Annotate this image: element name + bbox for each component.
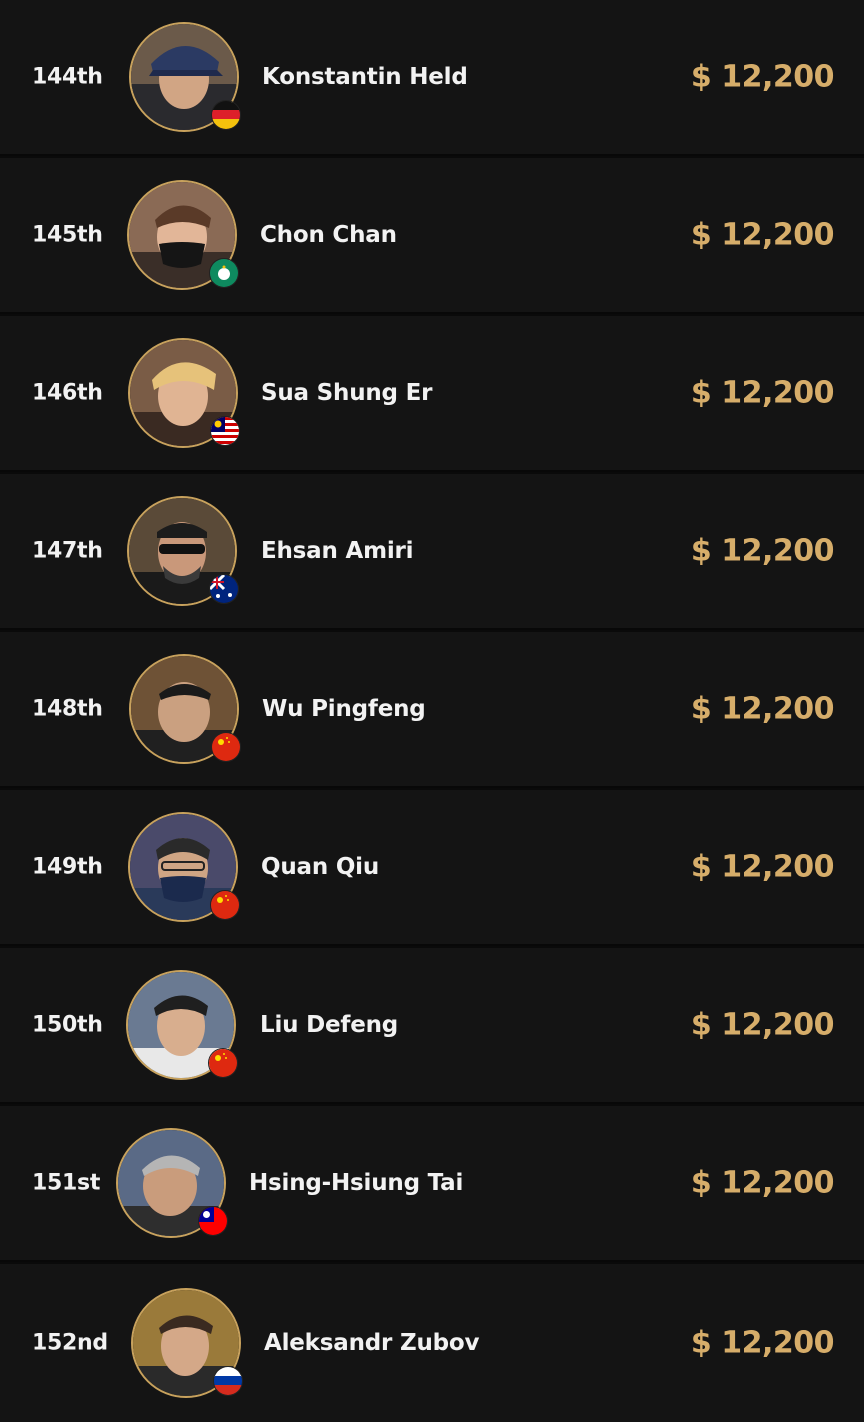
- rank-label: 148th: [32, 696, 103, 722]
- russia-flag-icon: [213, 1366, 243, 1396]
- prize-amount: $ 12,200: [690, 1007, 835, 1043]
- player-name[interactable]: Ehsan Amiri: [261, 538, 414, 564]
- player-avatar: [127, 180, 239, 290]
- taiwan-flag-icon: [198, 1206, 228, 1236]
- prize-amount: $ 12,200: [690, 1325, 835, 1361]
- result-row[interactable]: 151st Hsing-Hsiung Tai $ 12,200: [0, 1106, 864, 1262]
- prize-amount: $ 12,200: [690, 375, 835, 411]
- prize-amount: $ 12,200: [690, 533, 835, 569]
- result-row[interactable]: 147th Ehsan Amiri $ 12,200: [0, 474, 864, 630]
- player-avatar: [127, 496, 239, 606]
- australia-flag-icon: [209, 574, 239, 604]
- result-row[interactable]: 148th Wu Pingfeng $ 12,200: [0, 632, 864, 788]
- result-row[interactable]: 145th Chon Chan $ 12,200: [0, 158, 864, 314]
- rank-label: 144th: [32, 64, 103, 90]
- rank-label: 145th: [32, 222, 103, 248]
- prize-amount: $ 12,200: [690, 1165, 835, 1201]
- china-flag-icon: [208, 1048, 238, 1078]
- player-name[interactable]: Chon Chan: [260, 222, 397, 248]
- player-name[interactable]: Liu Defeng: [260, 1012, 398, 1038]
- malaysia-flag-icon: [210, 416, 240, 446]
- player-avatar: [116, 1128, 228, 1238]
- prize-amount: $ 12,200: [690, 217, 835, 253]
- china-flag-icon: [211, 732, 241, 762]
- macau-flag-icon: [209, 258, 239, 288]
- payout-results-list: 144th Konstantin Held $ 12,200 145th Cho…: [0, 0, 864, 1422]
- china-flag-icon: [210, 890, 240, 920]
- player-avatar: [128, 338, 240, 448]
- player-avatar: [126, 970, 238, 1080]
- rank-label: 150th: [32, 1012, 103, 1038]
- player-name[interactable]: Hsing-Hsiung Tai: [249, 1170, 463, 1196]
- rank-label: 149th: [32, 854, 103, 880]
- result-row[interactable]: 150th Liu Defeng $ 12,200: [0, 948, 864, 1104]
- result-row[interactable]: 152nd Aleksandr Zubov $ 12,200: [0, 1264, 864, 1422]
- rank-label: 147th: [32, 538, 103, 564]
- germany-flag-icon: [211, 100, 241, 130]
- player-avatar: [129, 22, 241, 132]
- rank-label: 152nd: [32, 1330, 108, 1356]
- player-name[interactable]: Aleksandr Zubov: [264, 1330, 479, 1356]
- result-row[interactable]: 144th Konstantin Held $ 12,200: [0, 0, 864, 156]
- player-name[interactable]: Quan Qiu: [261, 854, 379, 880]
- player-avatar: [129, 654, 241, 764]
- result-row[interactable]: 146th Sua Shung Er $ 12,200: [0, 316, 864, 472]
- player-avatar: [128, 812, 240, 922]
- player-name[interactable]: Wu Pingfeng: [262, 696, 426, 722]
- rank-label: 146th: [32, 380, 103, 406]
- prize-amount: $ 12,200: [690, 849, 835, 885]
- prize-amount: $ 12,200: [690, 691, 835, 727]
- player-name[interactable]: Sua Shung Er: [261, 380, 432, 406]
- result-row[interactable]: 149th Quan Qiu $ 12,200: [0, 790, 864, 946]
- player-avatar: [131, 1288, 243, 1398]
- prize-amount: $ 12,200: [690, 59, 835, 95]
- rank-label: 151st: [32, 1170, 101, 1196]
- player-name[interactable]: Konstantin Held: [262, 64, 468, 90]
